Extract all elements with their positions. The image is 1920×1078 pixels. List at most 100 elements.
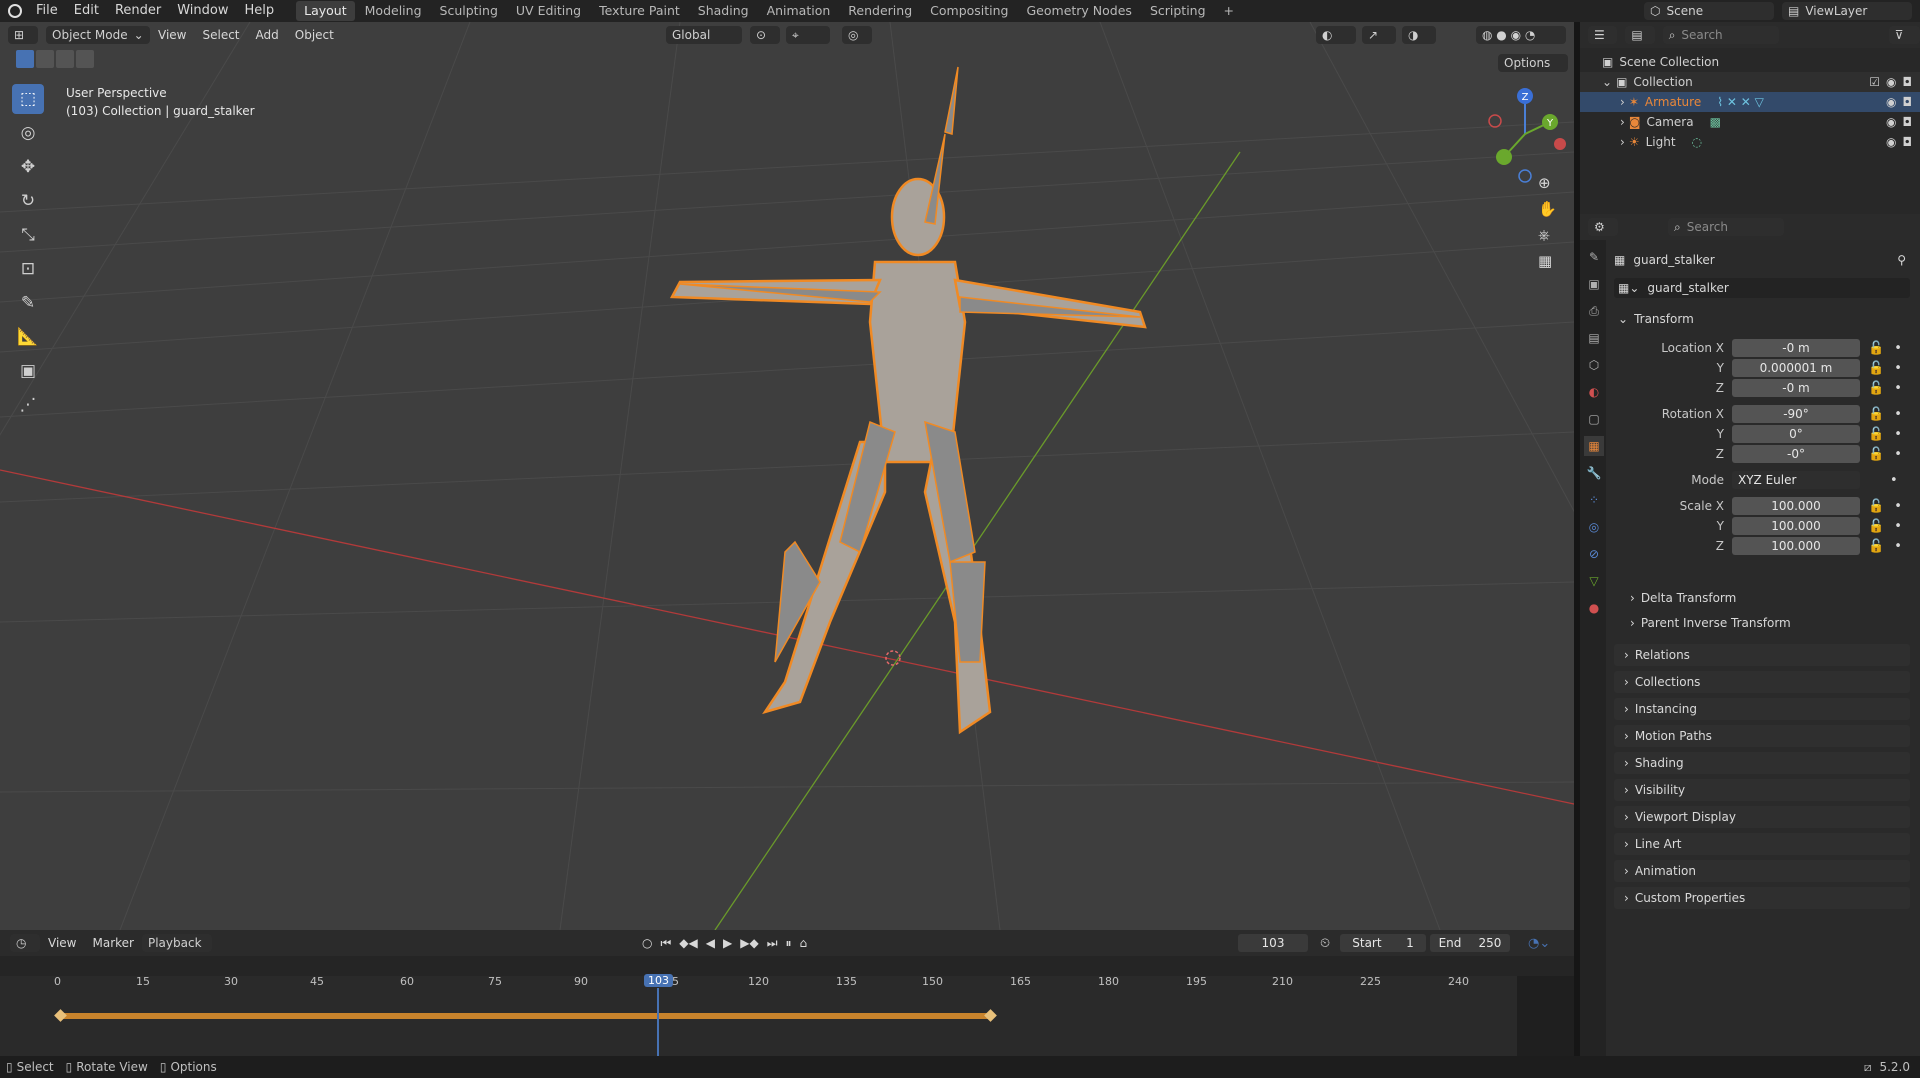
outliner-item-armature[interactable]: › ✶ Armature ⌇ ✕ ✕ ▽ ◉ ◘ — [1580, 92, 1920, 112]
tab-layout[interactable]: Layout — [296, 1, 355, 21]
play-reverse-icon[interactable]: ◀ — [706, 936, 715, 951]
tab-sculpting[interactable]: Sculpting — [432, 1, 506, 21]
menu-render[interactable]: Render — [107, 0, 169, 22]
location-x-field[interactable]: -0 m — [1732, 339, 1860, 357]
menu-edit[interactable]: Edit — [66, 0, 107, 22]
menu-help[interactable]: Help — [237, 0, 283, 22]
keyframe-range-bar[interactable] — [60, 1013, 990, 1019]
editor-type-icon[interactable]: ⊞ — [8, 26, 38, 44]
zoom-icon[interactable]: ⊕ — [1538, 174, 1557, 192]
delta-transform-subpanel[interactable]: › Delta Transform — [1630, 586, 1791, 611]
move-tool-icon[interactable]: ✥ — [12, 152, 44, 182]
view-layer-tab-icon[interactable]: ▤ — [1584, 328, 1604, 348]
section-custom-properties[interactable]: › Custom Properties — [1614, 887, 1910, 909]
cursor-tool-icon[interactable]: ◎ — [12, 118, 44, 148]
playhead-line[interactable] — [657, 988, 659, 1056]
tab-compositing[interactable]: Compositing — [922, 1, 1016, 21]
overlays-icon[interactable]: ◑ — [1402, 26, 1436, 44]
annotate-tool-icon[interactable]: ✎ — [12, 288, 44, 318]
camera-render-icon[interactable]: ◘ — [1903, 135, 1913, 149]
lock-icon[interactable]: 🔓 — [1868, 427, 1884, 442]
visibility-icon[interactable]: ◐ — [1316, 26, 1356, 44]
character-mesh[interactable] — [669, 177, 1147, 735]
current-frame-indicator[interactable]: 103 — [644, 974, 673, 987]
interp-icon[interactable]: ⏸ — [786, 936, 792, 951]
section-visibility[interactable]: › Visibility — [1614, 779, 1910, 801]
timeline-editor-icon[interactable]: ◷ — [10, 934, 40, 952]
viewport-menu-view[interactable]: View — [150, 24, 194, 46]
keyframe-dot-icon[interactable]: • — [1890, 473, 1898, 488]
location-y-field[interactable]: 0.000001 m — [1732, 359, 1860, 377]
lock-icon[interactable]: 🔓 — [1868, 361, 1884, 376]
rotation-x-field[interactable]: -90° — [1732, 405, 1860, 423]
filter-icon[interactable]: ⊽ — [1888, 26, 1920, 44]
outliner-item-light[interactable]: › ☀ Light ◌ ◉ ◘ — [1580, 132, 1920, 152]
section-relations[interactable]: › Relations — [1614, 644, 1910, 666]
object-tab-icon[interactable]: ▦ — [1584, 436, 1604, 456]
extra-tool-icon[interactable]: ⋰ — [12, 390, 44, 420]
rotation-y-field[interactable]: 0° — [1732, 425, 1860, 443]
viewport-menu-object[interactable]: Object — [287, 24, 342, 46]
scale-z-field[interactable]: 100.000 — [1732, 537, 1860, 555]
navigation-gizmo[interactable]: Z Y — [1480, 84, 1570, 184]
display-mode-icon[interactable]: ▤ — [1625, 26, 1655, 44]
view-layer-selector[interactable]: ▤ ViewLayer — [1782, 2, 1912, 20]
select-extend-icon[interactable] — [36, 50, 54, 68]
start-frame-field[interactable]: Start 1 — [1340, 934, 1426, 952]
properties-editor-icon[interactable]: ⚙ — [1588, 218, 1618, 236]
ortho-grid-icon[interactable]: ▦ — [1538, 252, 1557, 270]
tab-rendering[interactable]: Rendering — [840, 1, 920, 21]
pivot-icon[interactable]: ⊙ — [750, 26, 780, 44]
gizmo-z-neg-icon[interactable] — [1518, 169, 1532, 183]
scale-y-field[interactable]: 100.000 — [1732, 517, 1860, 535]
frame-ruler[interactable] — [0, 956, 1574, 976]
lock-icon[interactable]: 🔓 — [1868, 341, 1884, 356]
render-tab-icon[interactable]: ▣ — [1584, 274, 1604, 294]
lock-icon[interactable]: 🔓 — [1868, 407, 1884, 422]
playback-dropdown[interactable]: Playback — [141, 934, 212, 952]
jump-start-icon[interactable]: ⏮ — [660, 936, 671, 951]
tool-tab-icon[interactable]: ✎ — [1584, 247, 1604, 267]
scene-tab-icon[interactable]: ⬡ — [1584, 355, 1604, 375]
section-collections[interactable]: › Collections — [1614, 671, 1910, 693]
keyframe-dot-icon[interactable]: • — [1894, 539, 1902, 554]
jump-end-icon[interactable]: ⏭ — [767, 936, 778, 951]
proportional-edit-icon[interactable]: ◎ — [842, 26, 872, 44]
outliner-editor-icon[interactable]: ☰ — [1588, 26, 1618, 44]
keyframe-start-icon[interactable] — [54, 1009, 67, 1022]
data-block-field[interactable]: ▦⌄ guard_stalker — [1614, 278, 1910, 298]
tab-animation[interactable]: Animation — [759, 1, 839, 21]
viewport-menu-add[interactable]: Add — [248, 24, 287, 46]
prev-keyframe-icon[interactable]: ◆◀ — [679, 936, 697, 951]
gizmo-y-neg-icon[interactable] — [1496, 149, 1512, 165]
eye-icon[interactable]: ◉ — [1886, 95, 1896, 109]
3d-viewport[interactable]: ⊞ Object Mode ⌄ View Select Add Object Gl… — [0, 22, 1574, 930]
transform-tool-icon[interactable]: ⊡ — [12, 254, 44, 284]
gizmo-x-neg-icon[interactable] — [1488, 114, 1502, 128]
select-subtract-icon[interactable] — [56, 50, 74, 68]
collection-row[interactable]: ⌄ ▣ Collection ☑ ◉ ◘ — [1580, 72, 1920, 92]
pin-icon[interactable]: ⚲ — [1897, 253, 1906, 267]
properties-search-input[interactable]: ⌕ Search — [1668, 218, 1784, 236]
section-viewport-display[interactable]: › Viewport Display — [1614, 806, 1910, 828]
add-cube-tool-icon[interactable]: ▣ — [12, 356, 44, 386]
current-frame-field[interactable]: 103 — [1238, 934, 1308, 952]
select-box-tool-icon[interactable]: ⬚ — [12, 84, 44, 114]
keyframe-dot-icon[interactable]: • — [1894, 519, 1902, 534]
snap-icon[interactable]: ⌖ — [786, 26, 830, 44]
lock-icon[interactable]: 🔓 — [1868, 381, 1884, 396]
tab-uv-editing[interactable]: UV Editing — [508, 1, 589, 21]
viewport-menu-select[interactable]: Select — [194, 24, 247, 46]
keyframe-dot-icon[interactable]: • — [1894, 499, 1902, 514]
scene-selector[interactable]: ⬡ Scene — [1644, 2, 1774, 20]
scene-collection-row[interactable]: ▣ Scene Collection — [1580, 52, 1920, 72]
camera-render-icon[interactable]: ◘ — [1903, 75, 1913, 89]
section-shading[interactable]: › Shading — [1614, 752, 1910, 774]
camera-view-icon[interactable]: ⎈ — [1538, 226, 1557, 244]
constraints-tab-icon[interactable]: ⊘ — [1584, 544, 1604, 564]
section-motion-paths[interactable]: › Motion Paths — [1614, 725, 1910, 747]
parent-inverse-subpanel[interactable]: › Parent Inverse Transform — [1630, 611, 1791, 636]
menu-file[interactable]: File — [28, 0, 66, 22]
collection-tab-icon[interactable]: ▢ — [1584, 409, 1604, 429]
eye-icon[interactable]: ◉ — [1886, 115, 1896, 129]
